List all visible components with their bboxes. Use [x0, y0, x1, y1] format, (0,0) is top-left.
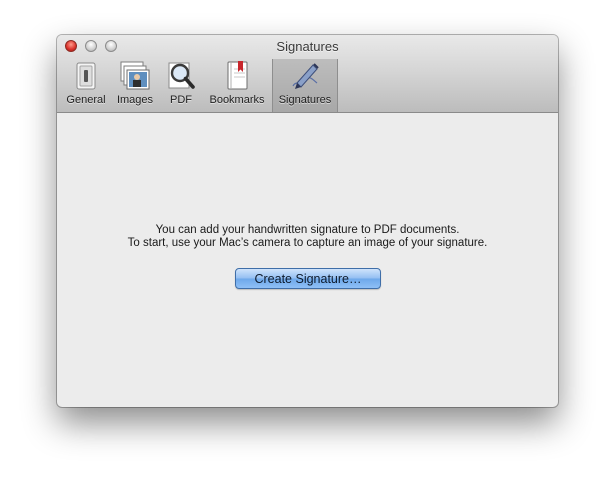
signature-message-line-1: You can add your handwritten signature t… [155, 224, 460, 236]
preferences-window: Signatures General Images PDF Bookmarks … [57, 35, 558, 407]
pen-signature-icon [290, 61, 320, 91]
toolbar: Signatures General Images PDF Bookmarks … [57, 35, 558, 113]
photos-icon [120, 61, 150, 91]
tab-pdf[interactable]: PDF [161, 59, 201, 112]
switch-icon [71, 61, 101, 91]
tab-images[interactable]: Images [113, 59, 157, 112]
window-title: Signatures [276, 39, 339, 54]
tab-signatures[interactable]: Signatures [272, 59, 338, 112]
magnifier-icon [166, 61, 196, 91]
create-signature-button[interactable]: Create Signature… [235, 268, 381, 289]
bookmark-icon [222, 61, 252, 91]
signatures-pane: You can add your handwritten signature t… [57, 113, 558, 407]
tab-bookmarks-label: Bookmarks [209, 94, 265, 106]
tab-images-label: Images [116, 94, 154, 106]
tab-pdf-label: PDF [170, 94, 192, 106]
tab-general[interactable]: General [63, 59, 109, 112]
tab-signatures-label: Signatures [278, 94, 332, 106]
tab-bookmarks[interactable]: Bookmarks [205, 59, 269, 112]
tab-general-label: General [66, 94, 106, 106]
signature-message-line-2: To start, use your Mac’s camera to captu… [127, 237, 488, 249]
